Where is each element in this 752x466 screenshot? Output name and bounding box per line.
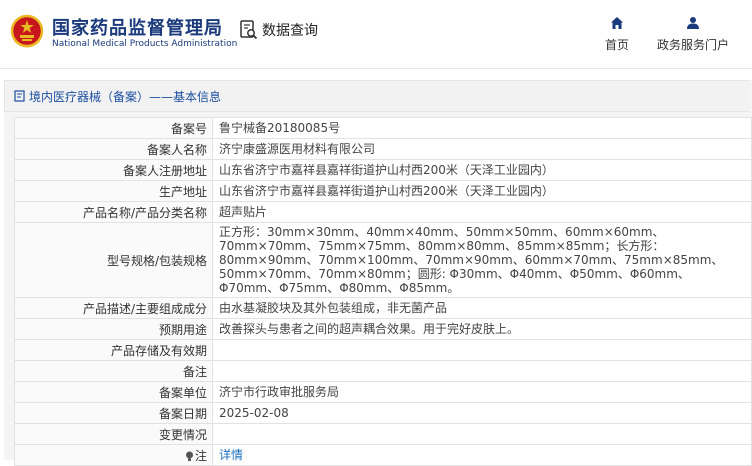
row-label: 备案人注册地址	[14, 159, 213, 181]
site-header: 国家药品监督管理局 National Medical Products Admi…	[0, 0, 752, 69]
row-label: 产品名称/产品分类名称	[14, 201, 213, 223]
table-row: 生产地址 山东省济宁市嘉祥县嘉祥街道护山村西200米（天泽工业园内）	[14, 180, 752, 202]
document-icon	[14, 90, 25, 102]
row-value: 鲁宁械备20180085号	[212, 117, 752, 139]
row-value: 山东省济宁市嘉祥县嘉祥街道护山村西200米（天泽工业园内）	[212, 180, 752, 202]
row-label: 型号规格/包装规格	[14, 222, 213, 298]
site-title: 国家药品监督管理局	[52, 18, 223, 39]
site-subtitle: National Medical Products Administration	[52, 39, 238, 49]
table-row: 备案人名称 济宁康盛源医用材料有限公司	[14, 138, 752, 160]
row-label: 备案人名称	[14, 138, 213, 160]
table-row: 备案人注册地址 山东省济宁市嘉祥县嘉祥街道护山村西200米（天泽工业园内）	[14, 159, 752, 181]
row-value: 济宁市行政审批服务局	[212, 381, 752, 403]
row-value: 济宁康盛源医用材料有限公司	[212, 138, 752, 160]
table-row: 备案单位 济宁市行政审批服务局	[14, 381, 752, 403]
row-label: 变更情况	[14, 423, 213, 445]
row-label: 备案单位	[14, 381, 213, 403]
nav-home-label: 首页	[604, 38, 629, 52]
row-label: 生产地址	[14, 180, 213, 202]
row-label: 备注	[14, 360, 213, 382]
user-icon	[687, 17, 699, 29]
table-row: 备案日期 2025-02-08	[14, 402, 752, 424]
home-icon	[611, 17, 623, 29]
row-label: 注	[194, 448, 207, 463]
nav-service-portal[interactable]: 政务服务门户	[652, 16, 734, 53]
row-value: 改善探头与患者之间的超声耦合效果。用于完好皮肤上。	[212, 318, 752, 340]
row-label: 备案号	[14, 117, 213, 139]
nav-home[interactable]: 首页	[598, 16, 636, 53]
table-row: 预期用途 改善探头与患者之间的超声耦合效果。用于完好皮肤上。	[14, 318, 752, 340]
row-value: 由水基凝胶块及其外包装组成，非无菌产品	[212, 297, 752, 319]
row-value	[212, 360, 752, 382]
row-value: 正方形：30mm×30mm、40mm×40mm、50mm×50mm、60mm×6…	[212, 222, 752, 298]
table-row: 注 详情	[14, 444, 752, 466]
row-label: 产品描述/主要组成成分	[14, 297, 213, 319]
table-row: 产品描述/主要组成成分 由水基凝胶块及其外包装组成，非无菌产品	[14, 297, 752, 319]
row-value	[212, 423, 752, 445]
row-value: 2025-02-08	[212, 402, 752, 424]
info-table: 备案号 鲁宁械备20180085号 备案人名称 济宁康盛源医用材料有限公司 备案…	[14, 117, 752, 466]
breadcrumb: 境内医疗器械（备案）——基本信息	[4, 80, 749, 112]
data-query-link[interactable]: 数据查询	[240, 20, 318, 40]
breadcrumb-text: 境内医疗器械（备案）——基本信息	[29, 90, 222, 104]
row-value: 超声贴片	[212, 201, 752, 223]
national-emblem-icon	[10, 14, 44, 48]
table-row: 产品名称/产品分类名称 超声贴片	[14, 201, 752, 223]
table-row: 备案号 鲁宁械备20180085号	[14, 117, 752, 139]
nav-service-label: 政务服务门户	[656, 38, 729, 52]
note-label-cell: 注	[14, 444, 213, 466]
data-query-label: 数据查询	[262, 23, 318, 39]
row-value: 详情	[212, 444, 752, 466]
row-label: 备案日期	[14, 402, 213, 424]
row-label: 产品存储及有效期	[14, 339, 213, 361]
row-value	[212, 339, 752, 361]
table-row: 变更情况	[14, 423, 752, 445]
search-document-icon	[240, 20, 258, 40]
table-row: 型号规格/包装规格 正方形：30mm×30mm、40mm×40mm、50mm×5…	[14, 222, 752, 298]
table-row: 产品存储及有效期	[14, 339, 752, 361]
row-value: 山东省济宁市嘉祥县嘉祥街道护山村西200米（天泽工业园内）	[212, 159, 752, 181]
row-label: 预期用途	[14, 318, 213, 340]
table-row: 备注	[14, 360, 752, 382]
